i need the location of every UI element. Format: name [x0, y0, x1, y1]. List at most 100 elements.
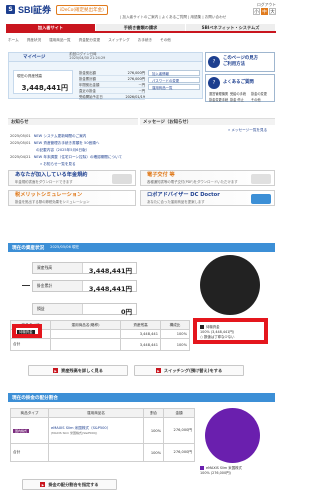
faq-link[interactable]: 受給の手続	[230, 91, 250, 96]
column-header: 運用商品名(略称)	[50, 320, 121, 330]
table-header-row: 商品タイプ 運用商品名 割合 金額	[10, 408, 195, 418]
notices-more-link[interactable]: » お知らせ一覧を見る	[10, 162, 135, 167]
banner-sub: あなたに合った運用商品を提案します	[147, 199, 205, 204]
faq-link[interactable]: 運営管理機関	[209, 91, 229, 96]
arrow-right-icon: ▶	[155, 368, 161, 373]
notice-date: 2025/05/01	[10, 141, 31, 145]
notice-date: 2025/04/21	[10, 155, 31, 159]
name-cell	[50, 329, 121, 339]
tab-sbi-benefit[interactable]: SBIベネフィット・システムズ	[186, 24, 276, 31]
arrow-right-icon: ▶	[40, 482, 46, 487]
question-icon: ?	[208, 77, 220, 89]
type-highlight: 待機資金	[12, 324, 42, 338]
member-info-button[interactable]: 加入者情報	[148, 70, 200, 76]
faq-link[interactable]: その他	[251, 97, 271, 102]
pct-cell: 100%	[160, 329, 190, 339]
document-icon	[112, 174, 132, 184]
total-label: 合計	[10, 443, 49, 462]
stat-label: 損益	[33, 304, 83, 314]
empty-cell	[48, 443, 144, 462]
legend-swatch	[200, 324, 204, 329]
page-guide-sub: ご利用方法	[223, 62, 245, 67]
info-label: 受給開始予定日	[79, 95, 103, 99]
balance-stat: 資産残高 3,448,441円	[32, 262, 137, 275]
asset-status-date: 2025/05/06 現在	[50, 245, 80, 249]
column-header: 割合	[142, 408, 165, 418]
faq-head[interactable]: ? よくあるご質問	[206, 75, 274, 91]
page-guide-text: このページの見方 ご利用方法	[223, 56, 258, 67]
page-guide-box[interactable]: ? このページの見方 ご利用方法	[205, 52, 275, 72]
messages-more-link[interactable]: » メッセージ一覧を見る	[228, 128, 267, 133]
asset-status-header: 現在の資産状況 2025/05/06 現在	[8, 243, 275, 252]
column-header: 運用商品名	[48, 408, 144, 418]
last-login: 前回ログイン日時 2025/04/30 21:24:29	[69, 52, 105, 61]
pct-cell: 100%	[142, 417, 165, 444]
table-total-row: 合計 100% 276,000円	[10, 443, 195, 462]
stat-value: 0円	[120, 308, 132, 316]
banner-sub: 掛金を拠出する際の節税効果をシミュレーション	[15, 199, 90, 204]
banner-title: あなたが加入している年金規約	[15, 172, 88, 179]
column-header: 資産残高	[120, 320, 161, 330]
subnav-procedures[interactable]: お手続き	[138, 38, 152, 43]
notice-date: 2025/05/01	[10, 134, 31, 138]
tab-document-request[interactable]: 手続き書類の請求	[96, 24, 186, 31]
sbi-logo-icon: S	[6, 5, 15, 14]
faq-link[interactable]: 掛金変更手続	[209, 97, 229, 102]
allocation-table: 商品タイプ 運用商品名 割合 金額 国内株式 eMAXIS Slim 米国株式（…	[10, 408, 195, 462]
table-row: 国内株式 eMAXIS Slim 米国株式（S&P500） (MAXIS Sli…	[10, 417, 195, 444]
notice-text: の記載内容（2025年5月6日版）	[36, 148, 90, 152]
notice-text: NEW 年末調整（住宅ローン控除）の確認期間について	[33, 155, 123, 159]
account-summary: 現在の資産残高 3,448,441円 掛金拠出額 276,000円 掛金累計額 27…	[8, 61, 203, 100]
change-password-button[interactable]: パスワードの変更	[148, 77, 200, 83]
font-size-large[interactable]: 大	[269, 8, 276, 15]
legend-swatch	[200, 465, 204, 470]
book-icon: ?	[208, 56, 220, 68]
tab-member-site[interactable]: 加入者サイト	[6, 24, 96, 31]
subnav-products[interactable]: 運用商品一覧	[49, 38, 71, 43]
banner-title: 税メリットシミュレーション	[15, 192, 83, 199]
info-label: 掛金拠出額	[79, 71, 96, 75]
font-size-medium[interactable]: 中	[261, 8, 268, 15]
faq-link[interactable]: 掛金の変更	[251, 91, 271, 96]
tax-simulation-banner[interactable]: 税メリットシミュレーション 掛金を拠出する際の節税効果をシミュレーション	[8, 190, 136, 206]
switching-button[interactable]: ▶ スイッチング(預け替え)をする	[134, 365, 244, 376]
amount-cell: 3,448,441	[120, 329, 161, 339]
faq-links: 運営管理機関 受給の手続 掛金の変更 掛金変更手続 掛金 停止 その他	[206, 91, 274, 102]
subnav-others[interactable]: その他	[160, 38, 171, 43]
sub-navigation: ホーム 資産状況 運用商品一覧 資金配分変更 スイッチング お手続き その他	[8, 38, 171, 43]
mypage-header: マイページ 前回ログイン日時 2025/04/30 21:24:29	[8, 52, 203, 61]
standby-funds-tag: 待機資金	[17, 330, 35, 334]
e-delivery-banner[interactable]: 電子交付 等各種通知書等の電子交付(PDF)をダウンロードいただけます	[140, 170, 275, 186]
stat-label: 掛金累計	[33, 281, 83, 291]
column-header: 構成比	[160, 320, 190, 330]
banner-sub: 年金規約書面をダウンロードできます	[15, 179, 73, 184]
contribution-info: 掛金拠出額 276,000円 掛金累計額 276,000円 年間拠出金額 －円 直近の…	[79, 70, 145, 100]
legend-note: ○ 数値は丁寧な少ない	[200, 335, 235, 339]
brand-logo[interactable]: S SBI証券 iDeCo(確定拠出年金)	[6, 3, 108, 16]
column-header: 商品タイプ	[10, 408, 49, 418]
change-allocation-button[interactable]: ▶ 掛金の配分割合を指定する	[22, 479, 117, 490]
legend-detail: 100% (276,000円)	[200, 471, 231, 475]
asset-detail-button[interactable]: ▶ 資産残高を詳しく見る	[28, 365, 128, 376]
total-amount: 3,448,441	[120, 338, 161, 351]
subnav-status[interactable]: 資産状況	[27, 38, 41, 43]
pension-rules-banner[interactable]: あなたが加入している年金規約 年金規約書面をダウンロードできます	[8, 170, 136, 186]
faq-link[interactable]: 掛金 停止	[230, 97, 250, 102]
subnav-switching[interactable]: スイッチング	[108, 38, 130, 43]
notice-text: NEW システム更新時間のご案内	[33, 134, 87, 138]
notice-item[interactable]: の記載内容（2025年5月6日版）	[10, 148, 135, 153]
table-total-row: 合計 3,448,441 100%	[10, 338, 190, 351]
notice-item[interactable]: 2025/05/01 NEW 資産管理お手続き書類を 50音順へ	[10, 141, 135, 146]
stat-label: 資産残高	[33, 263, 83, 273]
header-links[interactable]: | 加入者サイトのご案内 | よくあるご質問 | 用語集 | お問い合わせ	[120, 15, 226, 20]
product-list-button[interactable]: 運用商品一覧	[148, 84, 200, 90]
notice-item[interactable]: 2025/05/01 NEW システム更新時間のご案内	[10, 134, 135, 139]
font-size-small[interactable]: 小	[253, 8, 260, 15]
notice-item[interactable]: 2025/04/21 NEW 年末調整（住宅ローン控除）の確認期間について	[10, 155, 135, 160]
subnav-allocation[interactable]: 資金配分変更	[79, 38, 101, 43]
laptop-icon	[251, 174, 271, 184]
allocation-pie-chart	[205, 408, 260, 463]
robo-advisor-banner[interactable]: ロボアドバイザー DC Doctor あなたに合った運用商品を提案します	[140, 190, 275, 206]
subnav-home[interactable]: ホーム	[8, 38, 19, 43]
summary-side-buttons: 加入者情報 パスワードの変更 運用商品一覧	[148, 70, 200, 91]
